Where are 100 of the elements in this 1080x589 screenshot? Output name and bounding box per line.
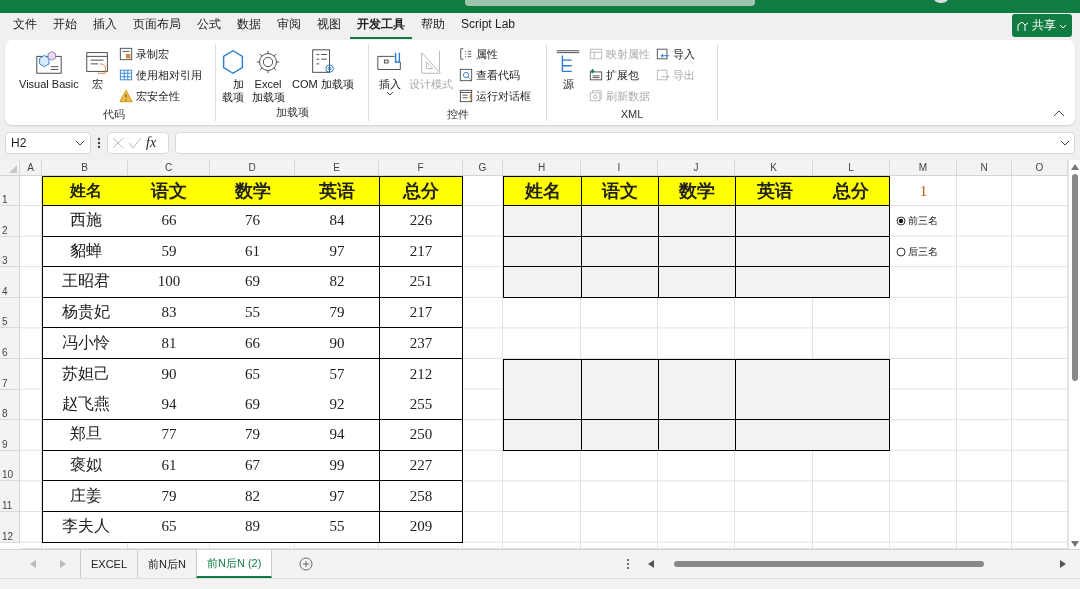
- column-header[interactable]: B: [42, 160, 128, 176]
- ribbon-button[interactable]: 宏安全性: [118, 86, 202, 107]
- refresh-page-icon: [589, 88, 603, 103]
- ribbon-tab[interactable]: 数据: [230, 12, 268, 39]
- column-header[interactable]: N: [957, 160, 1012, 176]
- row-header[interactable]: 6: [0, 328, 20, 359]
- export-icon: [656, 67, 670, 82]
- name-box[interactable]: H2: [5, 131, 91, 154]
- header-cell: 姓名: [42, 176, 128, 206]
- ribbon-tab[interactable]: 文件: [6, 12, 44, 39]
- column-header[interactable]: A: [20, 160, 42, 176]
- vertical-scrollbar[interactable]: [1068, 160, 1080, 549]
- cancel-icon[interactable]: [112, 136, 124, 149]
- warning-icon: [118, 88, 133, 103]
- scrollbar-thumb[interactable]: [674, 561, 985, 567]
- radio-button[interactable]: 后三名: [890, 244, 938, 259]
- insert-function-button[interactable]: fx: [146, 134, 157, 151]
- share-button[interactable]: 共享: [1012, 14, 1072, 37]
- caret-icon: [386, 91, 394, 97]
- column-header[interactable]: E: [295, 160, 379, 176]
- column-header[interactable]: H: [503, 160, 581, 176]
- formula-input[interactable]: [175, 131, 1075, 154]
- more-icon[interactable]: [97, 136, 101, 149]
- row-header[interactable]: 2: [0, 206, 20, 237]
- table-cell: 67: [210, 450, 295, 482]
- ribbon-button[interactable]: 扩展包: [589, 65, 650, 86]
- sheet-tab[interactable]: 前N后N (2): [195, 550, 273, 578]
- table-cell: 55: [210, 297, 295, 329]
- ribbon-tab[interactable]: 开始: [46, 12, 84, 39]
- ribbon-button[interactable]: 录制宏: [118, 44, 202, 65]
- row-header[interactable]: 8: [0, 389, 20, 421]
- ribbon-tab[interactable]: 开发工具: [350, 12, 412, 39]
- table-cell: 郑旦: [42, 420, 128, 451]
- ribbon-tab[interactable]: 视图: [310, 12, 348, 39]
- ribbon-button[interactable]: 插入: [375, 44, 405, 107]
- ribbon-tab[interactable]: 公式: [190, 12, 228, 39]
- column-header[interactable]: K: [735, 160, 813, 176]
- collapse-ribbon-icon[interactable]: [1053, 109, 1065, 117]
- table-cell: 66: [128, 206, 210, 237]
- search-field[interactable]: [465, 0, 755, 6]
- radio-button[interactable]: 前三名: [890, 214, 938, 229]
- header-cell: 总分: [379, 176, 463, 206]
- table-cell: 90: [128, 358, 210, 390]
- ribbon-button[interactable]: Visual Basic: [19, 44, 79, 107]
- ribbon-button[interactable]: 使用相对引用: [118, 65, 202, 86]
- ribbon-tab[interactable]: 插入: [86, 12, 124, 39]
- ribbon-tab[interactable]: Script Lab: [454, 12, 523, 39]
- ribbon-button[interactable]: 导入: [656, 44, 695, 65]
- ribbon-tab[interactable]: 审阅: [270, 12, 308, 39]
- row-header[interactable]: 10: [0, 450, 20, 482]
- column-header[interactable]: J: [658, 160, 735, 176]
- table-cell: 94: [128, 389, 210, 421]
- row-header[interactable]: 5: [0, 297, 20, 329]
- more-icon[interactable]: [626, 558, 631, 570]
- column-header[interactable]: F: [379, 160, 463, 176]
- ribbon-button[interactable]: 属性: [459, 44, 531, 65]
- column-header[interactable]: L: [813, 160, 890, 176]
- scroll-up-icon[interactable]: [1070, 164, 1079, 170]
- row-header[interactable]: 12: [0, 511, 20, 543]
- row-header[interactable]: 4: [0, 267, 20, 298]
- column-header[interactable]: M: [890, 160, 957, 176]
- radio-icon[interactable]: [896, 246, 906, 257]
- table-cell: 77: [128, 420, 210, 451]
- ribbon-tab[interactable]: 帮助: [414, 12, 452, 39]
- row-header[interactable]: 9: [0, 420, 20, 451]
- ribbon-tab[interactable]: 页面布局: [126, 12, 188, 39]
- ribbon-button[interactable]: 查看代码: [459, 65, 531, 86]
- check-icon[interactable]: [128, 136, 142, 149]
- table-cell: 57: [295, 358, 379, 390]
- table-cell: 79: [128, 481, 210, 512]
- row-header[interactable]: 11: [0, 481, 20, 512]
- table-cell: 冯小怜: [42, 328, 128, 359]
- table-cell: 82: [210, 481, 295, 512]
- scrollbar-thumb[interactable]: [1071, 174, 1078, 381]
- scroll-left-icon[interactable]: [648, 560, 655, 568]
- column-header[interactable]: O: [1012, 160, 1068, 176]
- table-cell: 69: [210, 267, 295, 298]
- table-cell: 227: [379, 450, 463, 482]
- row-header[interactable]: 3: [0, 236, 20, 268]
- column-header[interactable]: D: [210, 160, 295, 176]
- add-sheet-icon[interactable]: [299, 557, 314, 571]
- ribbon-button[interactable]: COM 加载项: [292, 44, 354, 105]
- package-icon: [589, 67, 603, 82]
- expand-icon[interactable]: [1060, 138, 1070, 147]
- horizontal-scrollbar[interactable]: [648, 558, 1067, 570]
- ribbon-button[interactable]: 运行对话框: [459, 86, 531, 107]
- ribbon-button[interactable]: 源: [553, 44, 583, 108]
- row-header[interactable]: 1: [0, 176, 20, 206]
- column-header[interactable]: C: [128, 160, 210, 176]
- row-header[interactable]: 7: [0, 358, 20, 390]
- column-header[interactable]: I: [581, 160, 658, 176]
- header-cell: 英语: [295, 176, 379, 206]
- ribbon-button[interactable]: 宏: [82, 44, 113, 107]
- column-header[interactable]: G: [463, 160, 503, 176]
- scroll-down-icon[interactable]: [1070, 541, 1079, 547]
- ribbon-button[interactable]: 加载项: [222, 44, 244, 105]
- ribbon-button[interactable]: Excel 加载项: [248, 44, 288, 105]
- table-cell: 79: [295, 297, 379, 329]
- radio-icon[interactable]: [896, 216, 906, 227]
- scroll-right-icon[interactable]: [1060, 560, 1067, 568]
